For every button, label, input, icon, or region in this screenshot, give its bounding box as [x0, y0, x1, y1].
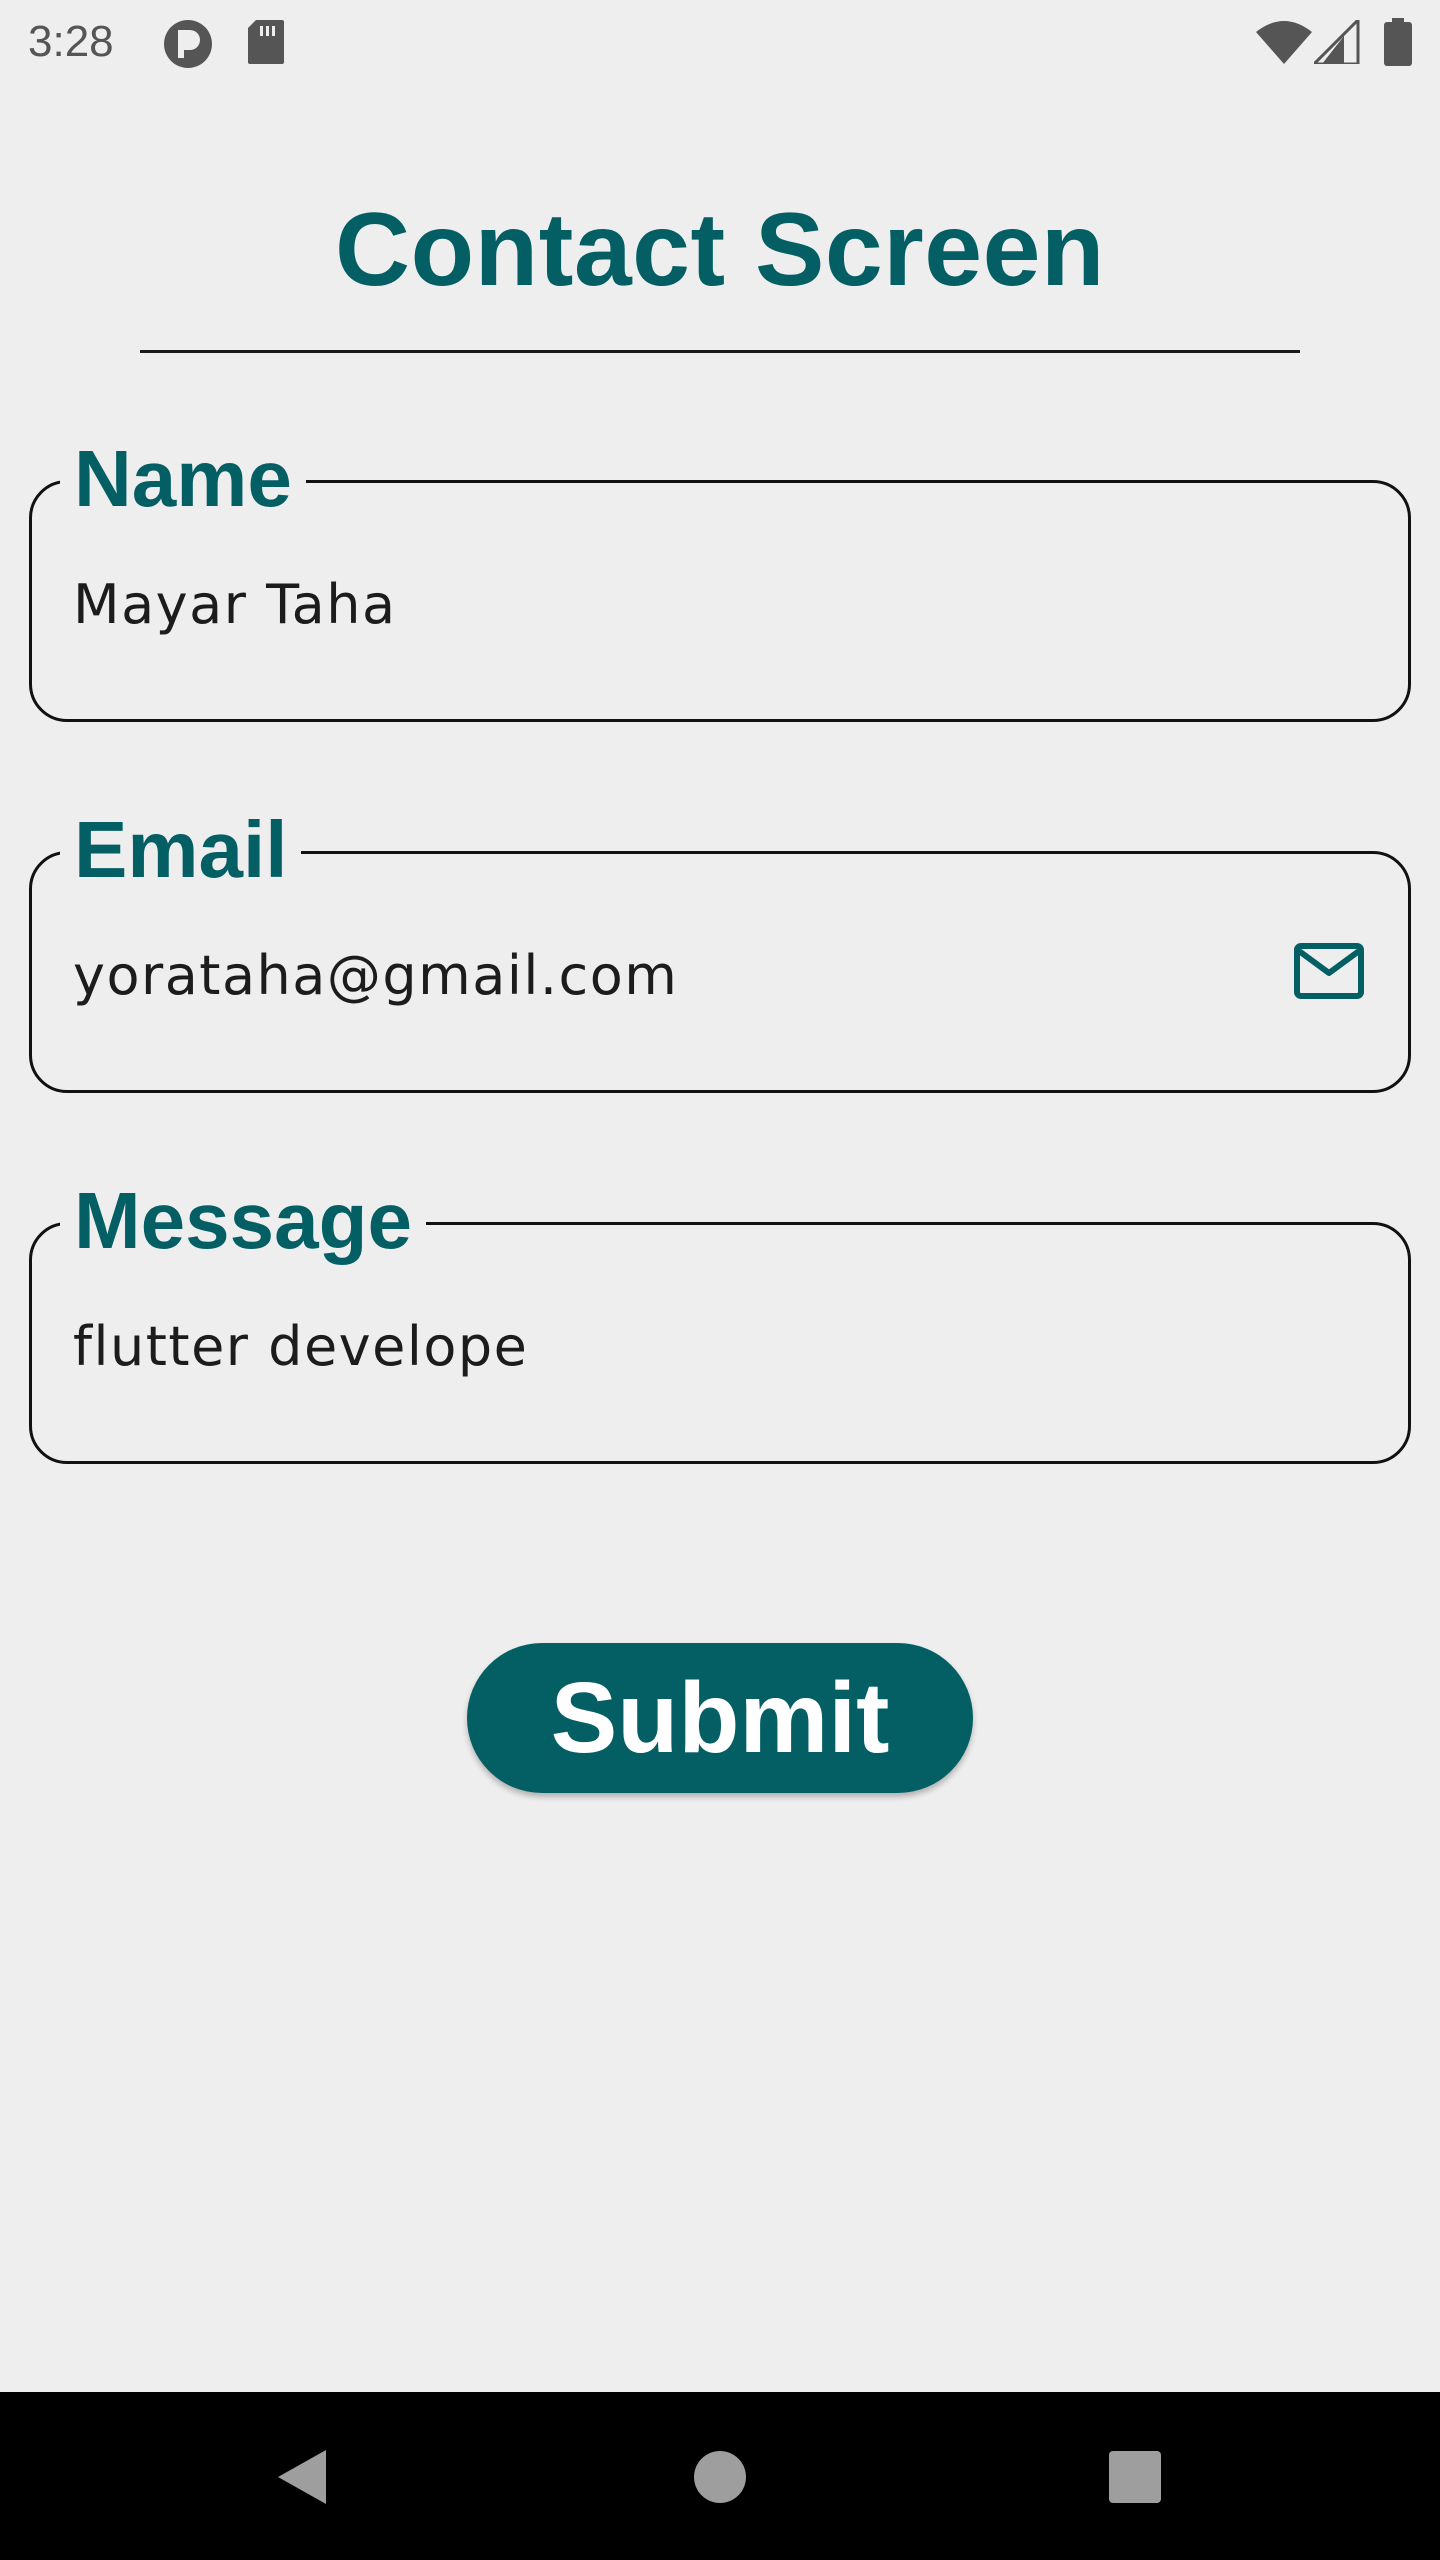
- name-field[interactable]: Name Mayar Taha: [29, 431, 1411, 722]
- email-field-value[interactable]: yorataha@gmail.com: [73, 944, 678, 1008]
- title-divider: [140, 350, 1300, 353]
- page-title: Contact Screen: [335, 192, 1105, 308]
- message-field[interactable]: Message flutter develope: [29, 1173, 1411, 1464]
- status-bar: 3:28: [0, 0, 1440, 84]
- battery-icon: [1384, 18, 1412, 71]
- message-field-value[interactable]: flutter develope: [73, 1315, 528, 1379]
- name-field-label: Name: [60, 431, 306, 527]
- mail-icon: [1294, 943, 1364, 999]
- home-icon[interactable]: [680, 2436, 760, 2516]
- app-notification-icon: [162, 18, 214, 75]
- submit-button[interactable]: Submit: [467, 1643, 973, 1793]
- email-field-label: Email: [60, 802, 302, 898]
- email-field[interactable]: Email yorataha@gmail.com: [29, 802, 1411, 1093]
- back-icon[interactable]: [260, 2436, 340, 2516]
- cell-signal-icon: [1310, 16, 1360, 69]
- name-field-value[interactable]: Mayar Taha: [73, 573, 397, 637]
- message-field-label: Message: [60, 1173, 426, 1269]
- status-time: 3:28: [28, 17, 114, 66]
- wifi-icon: [1256, 20, 1312, 69]
- sd-card-icon: [246, 18, 286, 71]
- recents-icon[interactable]: [1095, 2436, 1175, 2516]
- navigation-bar: [0, 2392, 1440, 2560]
